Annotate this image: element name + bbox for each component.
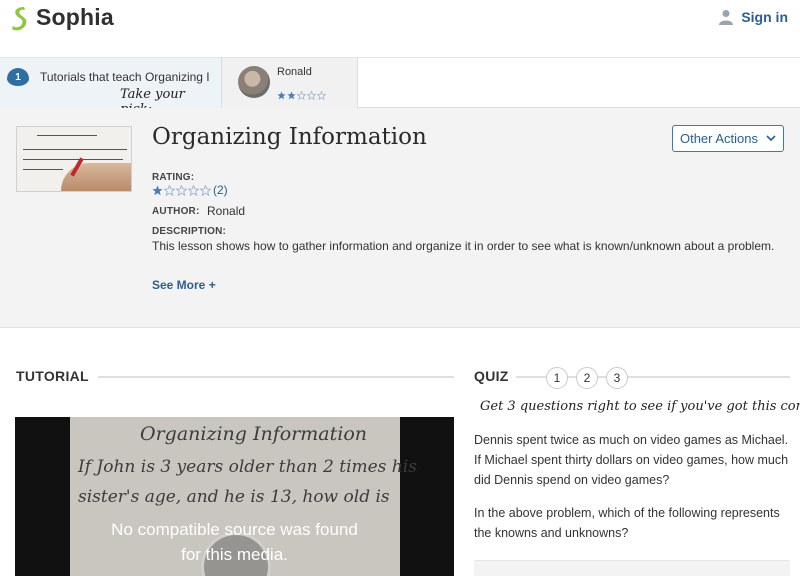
quiz-step-3[interactable]: 3 [606, 367, 628, 389]
video-error-line-2: for this media. [181, 545, 288, 564]
star-filled-icon [152, 185, 163, 195]
take-your-pick-label: Take your pick: [120, 87, 185, 108]
board-title: Organizing Information [140, 423, 368, 445]
sophia-logo-icon [12, 6, 27, 30]
rating-label: RATING: [152, 172, 195, 183]
thumbnail-scribble [37, 135, 97, 136]
star-empty-icon [200, 184, 211, 196]
board-line-1: If John is 3 years older than 2 times hi… [78, 457, 417, 477]
lesson-description: This lesson shows how to gather informat… [152, 239, 775, 253]
video-error-message: No compatible source was found for this … [15, 517, 454, 567]
other-actions-button[interactable]: Other Actions [672, 125, 784, 152]
star-empty-icon [188, 184, 199, 196]
star-empty-icon [164, 184, 175, 196]
quiz-heading: QUIZ [474, 368, 509, 384]
video-error-line-1: No compatible source was found [111, 520, 358, 539]
star-empty-icon [176, 184, 187, 196]
tutorial-video-player[interactable]: Organizing Information If John is 3 year… [15, 417, 454, 576]
lesson-rating[interactable]: (2) [152, 183, 228, 197]
playlist-title: Tutorials that teach Organizing I [40, 70, 210, 84]
star-empty-icon [317, 91, 326, 100]
star-filled-icon [277, 91, 286, 100]
star-empty-icon [307, 91, 316, 100]
playlist-card-author: Ronald [277, 66, 312, 78]
tutorial-heading: TUTORIAL [16, 368, 89, 384]
site-header: Sophia Sign in [0, 0, 800, 58]
rating-count[interactable]: (2) [213, 183, 228, 197]
sign-in-label: Sign in [741, 9, 788, 25]
sophia-logo[interactable]: Sophia [10, 4, 114, 31]
playlist-card-ronald[interactable]: Ronald [222, 58, 358, 108]
lesson-detail-panel: Organizing Information Other Actions RAT… [0, 108, 800, 328]
author-label: AUTHOR: [152, 206, 200, 217]
quiz-tagline: Get 3 questions right to see if you've g… [480, 399, 800, 414]
thumbnail-scribble [23, 149, 127, 150]
person-icon [719, 10, 734, 25]
quiz-step-2[interactable]: 2 [576, 367, 598, 389]
thumbnail-scribble [23, 159, 123, 160]
lesson-title: Organizing Information [152, 124, 427, 150]
board-line-2: sister's age, and he is 13, how old is [78, 487, 390, 507]
star-empty-icon [297, 91, 306, 100]
playlist-intro: 1 Tutorials that teach Organizing I Take… [0, 58, 222, 108]
quiz-step-1[interactable]: 1 [546, 367, 568, 389]
thumbnail-scribble [23, 169, 63, 170]
other-actions-label: Other Actions [679, 131, 759, 146]
quiz-answer-area [474, 560, 790, 576]
playlist-card-rating [277, 91, 326, 100]
author-avatar [238, 66, 270, 98]
logo-text: Sophia [36, 4, 114, 30]
tutorial-heading-rule [98, 376, 454, 378]
playlist-index-badge: 1 [7, 68, 29, 86]
quiz-question-2: In the above problem, which of the follo… [474, 506, 780, 540]
chevron-down-icon [766, 135, 776, 142]
see-more-link[interactable]: See More + [152, 278, 216, 292]
star-filled-icon [287, 91, 296, 100]
thumbnail-hand [61, 163, 131, 191]
lesson-thumbnail[interactable] [16, 126, 132, 192]
author-name: Ronald [207, 204, 246, 218]
description-label: DESCRIPTION: [152, 226, 227, 237]
sign-in-link[interactable]: Sign in [719, 9, 788, 25]
tutorial-playlist-strip: 1 Tutorials that teach Organizing I Take… [0, 58, 800, 108]
quiz-question-1: Dennis spent twice as much on video game… [474, 433, 789, 487]
